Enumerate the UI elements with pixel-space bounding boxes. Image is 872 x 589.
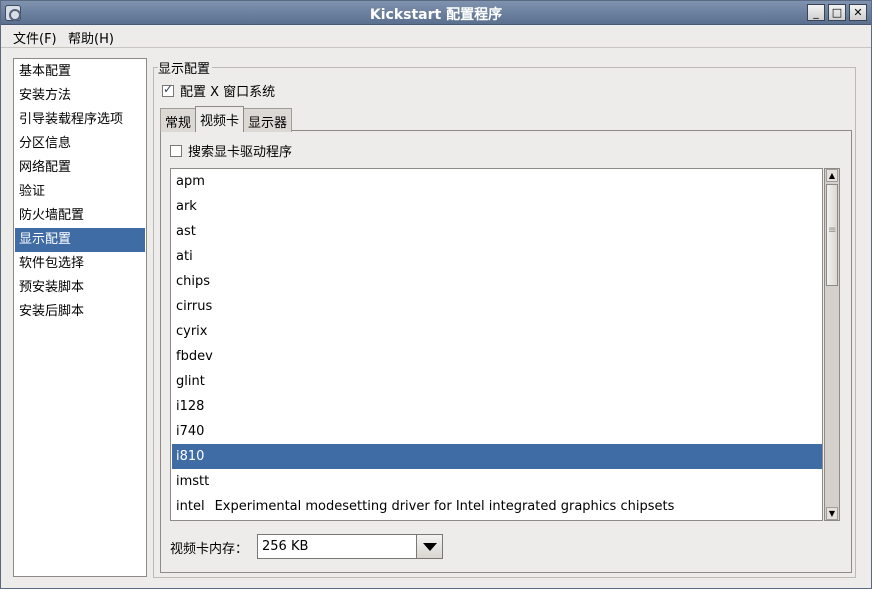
configure-x-checkbox[interactable] <box>162 82 174 97</box>
driver-row[interactable]: i128 <box>172 394 822 419</box>
scroll-up-arrow-icon[interactable]: ▲ <box>826 169 838 182</box>
menu-file[interactable]: 文件(F) <box>13 28 57 47</box>
tab-video-card[interactable]: 视频卡 <box>195 106 245 132</box>
driver-row-selected[interactable]: i810 <box>172 444 822 469</box>
sidebar-item-post-script[interactable]: 安装后脚本 <box>15 300 145 324</box>
driver-row[interactable]: glint <box>172 369 822 394</box>
configure-x-label: 配置 X 窗口系统 <box>180 85 276 100</box>
sidebar-item-display[interactable]: 显示配置 <box>15 228 145 252</box>
probe-driver-checkbox[interactable] <box>170 144 182 157</box>
driver-name: apm <box>176 174 205 189</box>
driver-row[interactable]: ast <box>172 219 822 244</box>
driver-name: i810 <box>176 449 205 464</box>
video-memory-value: 256 KB <box>262 539 309 554</box>
driver-row[interactable]: cyrix <box>172 319 822 344</box>
video-driver-list[interactable]: apm ark ast ati chips cirrus cyrix fbdev… <box>170 168 823 521</box>
driver-row[interactable]: ark <box>172 194 822 219</box>
main-window: Kickstart 配置程序 _ □ ✕ 文件(F) 帮助(H) 基本配置 安装… <box>0 0 872 589</box>
video-memory-select[interactable]: 256 KB <box>257 534 443 559</box>
sidebar-item-install-method[interactable]: 安装方法 <box>15 84 145 108</box>
driver-name: cyrix <box>176 324 208 339</box>
driver-row[interactable]: fbdev <box>172 344 822 369</box>
driver-row[interactable]: cirrus <box>172 294 822 319</box>
menu-help[interactable]: 帮助(H) <box>68 28 114 47</box>
sidebar-item-pre-script[interactable]: 预安装脚本 <box>15 276 145 300</box>
driver-row[interactable]: imstt <box>172 469 822 494</box>
driver-name: ast <box>176 224 196 239</box>
sidebar-item-bootloader[interactable]: 引导装载程序选项 <box>15 108 145 132</box>
driver-name: fbdev <box>176 349 213 364</box>
configure-x-option[interactable]: 配置 X 窗口系统 <box>162 81 275 100</box>
display-tabs: 常规 视频卡 显示器 <box>160 106 293 132</box>
sidebar-item-packages[interactable]: 软件包选择 <box>15 252 145 276</box>
menu-bar: 文件(F) 帮助(H) <box>1 25 871 48</box>
driver-name: intel <box>176 499 205 514</box>
tab-general[interactable]: 常规 <box>160 108 197 132</box>
driver-name: i740 <box>176 424 205 439</box>
sidebar-item-network[interactable]: 网络配置 <box>15 156 145 180</box>
driver-name: imstt <box>176 474 210 489</box>
sidebar-item-basic[interactable]: 基本配置 <box>15 60 145 84</box>
driver-name: chips <box>176 274 211 289</box>
driver-row[interactable]: chips <box>172 269 822 294</box>
close-button[interactable]: ✕ <box>849 4 867 21</box>
driver-name: glint <box>176 374 205 389</box>
sidebar-item-firewall[interactable]: 防火墙配置 <box>15 204 145 228</box>
driver-row[interactable]: apm <box>172 169 822 194</box>
tab-monitor[interactable]: 显示器 <box>243 108 293 132</box>
display-config-title: 显示配置 <box>158 58 213 77</box>
driver-name: ati <box>176 249 193 264</box>
driver-name: ark <box>176 199 197 214</box>
dropdown-arrow-icon[interactable] <box>416 535 442 558</box>
sidebar-item-partition[interactable]: 分区信息 <box>15 132 145 156</box>
window-title: Kickstart 配置程序 <box>369 7 503 23</box>
probe-driver-option[interactable]: 搜索显卡驱动程序 <box>170 141 292 160</box>
window-controls: _ □ ✕ <box>807 4 867 21</box>
driver-description: Experimental modesetting driver for Inte… <box>214 499 675 514</box>
driver-name: i128 <box>176 399 205 414</box>
driver-list-scrollbar[interactable]: ▲ ▼ <box>824 168 840 521</box>
driver-row[interactable]: ati <box>172 244 822 269</box>
category-list: 基本配置 安装方法 引导装载程序选项 分区信息 网络配置 验证 防火墙配置 显示… <box>13 58 147 577</box>
video-memory-label: 视频卡内存： <box>170 542 249 557</box>
minimize-button[interactable]: _ <box>807 4 825 21</box>
sidebar-item-auth[interactable]: 验证 <box>15 180 145 204</box>
scrollbar-thumb[interactable] <box>826 184 838 286</box>
title-bar[interactable]: Kickstart 配置程序 _ □ ✕ <box>1 1 871 25</box>
probe-driver-label: 搜索显卡驱动程序 <box>188 145 293 160</box>
driver-row[interactable]: intel Experimental modesetting driver for… <box>172 494 822 519</box>
driver-name: cirrus <box>176 299 213 314</box>
driver-row[interactable]: i740 <box>172 419 822 444</box>
maximize-button[interactable]: □ <box>828 4 846 21</box>
scroll-down-arrow-icon[interactable]: ▼ <box>826 507 838 520</box>
